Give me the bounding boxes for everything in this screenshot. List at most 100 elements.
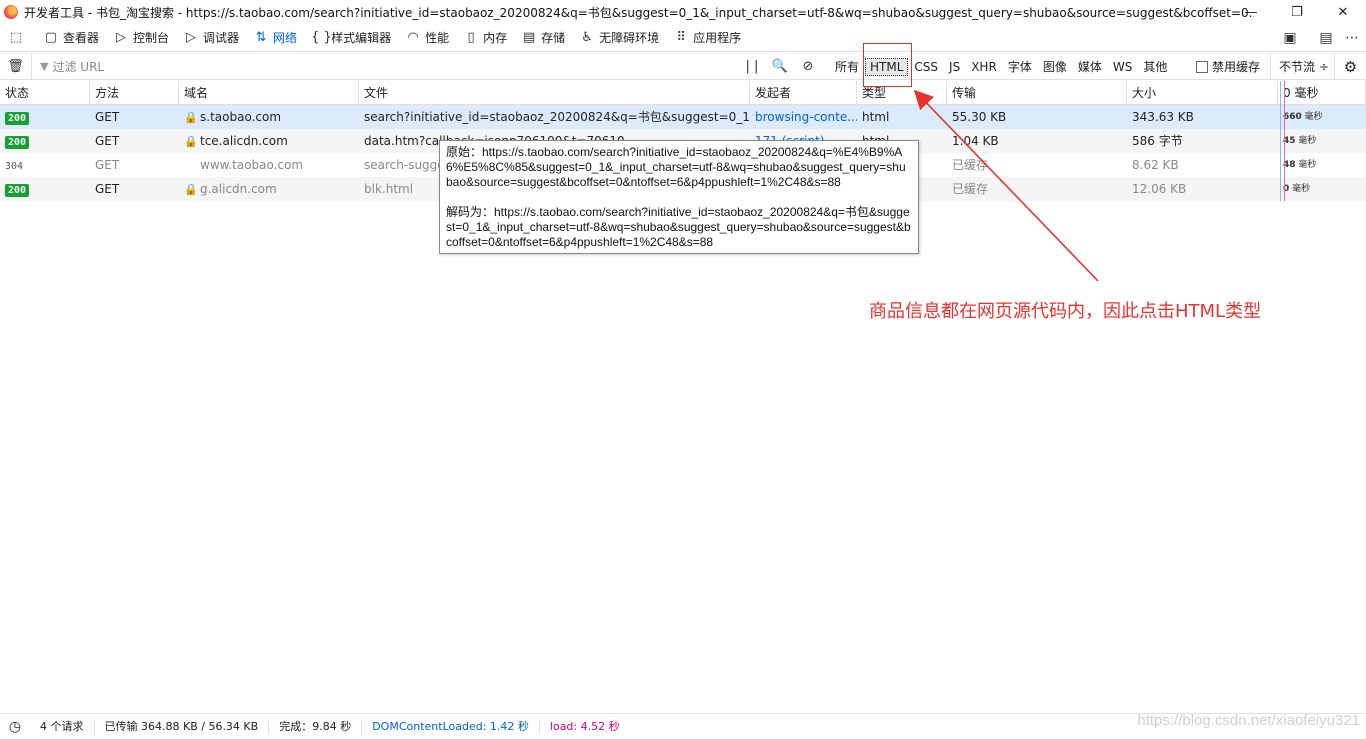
disable-cache-label: 禁用缓存 bbox=[1212, 60, 1261, 74]
table-row[interactable]: 200 GET 🔒 s.taobao.com search?initiative_id=… bbox=[0, 105, 1366, 129]
type-cell: html bbox=[862, 110, 890, 124]
window-title: 开发者工具 - 书包_淘宝搜索 - https://s.taobao.com/s… bbox=[24, 5, 1254, 20]
tab-performance[interactable]: ◠ 性能 bbox=[398, 24, 456, 52]
tab-label: 应用程序 bbox=[693, 31, 742, 45]
tab-application[interactable]: ⠿ 应用程序 bbox=[666, 24, 748, 52]
lock-icon: 🔒 bbox=[184, 111, 198, 124]
filter-type-媒体[interactable]: 媒体 bbox=[1073, 58, 1107, 75]
tab-console[interactable]: ▷ 控制台 bbox=[106, 24, 176, 52]
tab-label: 查看器 bbox=[63, 31, 100, 45]
method-cell: GET bbox=[95, 158, 120, 172]
status-badge: 304 bbox=[5, 161, 24, 172]
element-picker-icon: ⬚ bbox=[9, 30, 23, 45]
url-tooltip: 原始：https://s.taobao.com/search?initiativ… bbox=[439, 140, 919, 254]
domain-cell: www.taobao.com bbox=[179, 153, 359, 177]
dock-button[interactable]: ▣ bbox=[1276, 24, 1304, 52]
filter-type-css[interactable]: CSS bbox=[909, 60, 943, 74]
close-window-button[interactable]: ✕ bbox=[1320, 0, 1366, 24]
more-options-button[interactable]: ⋯ bbox=[1338, 24, 1366, 52]
column-header[interactable]: 方法 bbox=[90, 81, 179, 105]
timing-value: 660 bbox=[1283, 112, 1302, 122]
settings-button[interactable]: ⚙ bbox=[1334, 53, 1366, 80]
element-picker-button[interactable]: ⬚ bbox=[0, 24, 36, 52]
disable-cache-checkbox[interactable]: 禁用缓存 bbox=[1196, 53, 1260, 80]
column-header[interactable]: 0 毫秒 bbox=[1278, 81, 1366, 105]
restore-button[interactable]: ❐ bbox=[1274, 0, 1320, 24]
filter-type-字体[interactable]: 字体 bbox=[1003, 58, 1037, 75]
tab-label: 网络 bbox=[273, 31, 298, 45]
filter-type-图像[interactable]: 图像 bbox=[1038, 58, 1072, 75]
column-header[interactable]: 状态 bbox=[0, 81, 90, 105]
tab-storage[interactable]: ▤ 存储 bbox=[514, 24, 572, 52]
split-console-button[interactable]: ▤ bbox=[1312, 24, 1340, 52]
devtools-tabs: ▢ 查看器 ▷ 控制台 ▷ 调试器 ⇅ 网络 { } 样式编辑器 ◠ 性能 ▯ 内存 ▤ 存储 ♿ 无障碍环境 ⠿ 应… bbox=[36, 24, 748, 52]
lock-icon: 🔒 bbox=[184, 135, 198, 148]
status-cell: 304 bbox=[0, 153, 90, 177]
filter-type-all[interactable]: 所有 bbox=[830, 58, 864, 75]
annotation-text: 商品信息都在网页源代码内，因此点击HTML类型 bbox=[869, 301, 1262, 322]
more-icon: ⋯ bbox=[1345, 30, 1359, 46]
tab-inspector[interactable]: ▢ 查看器 bbox=[36, 24, 106, 52]
block-button[interactable]: ⊘ bbox=[794, 59, 822, 74]
timing-cell: 660 毫秒 bbox=[1278, 105, 1366, 129]
minimize-button[interactable]: — bbox=[1228, 0, 1274, 24]
stopwatch-icon: ◷ bbox=[8, 718, 22, 735]
status-cell: 200 bbox=[0, 177, 90, 201]
dock-icon: ▣ bbox=[1283, 30, 1297, 46]
domain-cell: 🔒 s.taobao.com bbox=[179, 105, 359, 129]
transferred-cell: 55.30 KB bbox=[952, 110, 1007, 124]
column-header[interactable]: 域名 bbox=[179, 81, 359, 105]
html-highlight-box bbox=[863, 43, 912, 87]
tab-label: 控制台 bbox=[133, 31, 170, 45]
transferred-cell: 1.04 KB bbox=[952, 134, 999, 148]
tab-memory[interactable]: ▯ 内存 bbox=[456, 24, 514, 52]
style-editor-icon: { } bbox=[311, 30, 332, 45]
storage-icon: ▤ bbox=[522, 30, 536, 45]
performance-analysis-button[interactable]: ◷ bbox=[0, 719, 30, 735]
status-badge: 200 bbox=[5, 112, 30, 125]
tooltip-decoded-url: 解码为：https://s.taobao.com/search?initiati… bbox=[446, 205, 911, 249]
request-count: 4 个请求 bbox=[30, 719, 95, 734]
devtools-toolbar: ⬚ ▢ 查看器 ▷ 控制台 ▷ 调试器 ⇅ 网络 { } 样式编辑器 ◠ 性能 ▯ 内存 ▤ 存储 ♿ 无障碍环境… bbox=[0, 24, 1366, 52]
timing-unit: 毫秒 bbox=[1298, 136, 1317, 146]
size-cell: 8.62 KB bbox=[1132, 158, 1179, 172]
performance-icon: ◠ bbox=[407, 30, 419, 45]
tab-debugger[interactable]: ▷ 调试器 bbox=[176, 24, 246, 52]
domain-text: s.taobao.com bbox=[200, 110, 282, 124]
domain-text: www.taobao.com bbox=[200, 158, 304, 172]
filter-type-xhr[interactable]: XHR bbox=[966, 60, 1002, 74]
column-header[interactable]: 发起者 bbox=[750, 81, 857, 105]
tab-accessibility[interactable]: ♿ 无障碍环境 bbox=[572, 24, 666, 52]
checkbox-icon bbox=[1196, 60, 1208, 73]
filter-type-ws[interactable]: WS bbox=[1108, 60, 1137, 74]
column-header[interactable]: 文件 bbox=[359, 81, 750, 105]
filter-icon: ▼ bbox=[40, 59, 49, 73]
split-icon: ▤ bbox=[1319, 30, 1333, 46]
filter-url-input[interactable]: ▼ 过滤 URL bbox=[32, 58, 732, 75]
search-button[interactable]: 🔍 bbox=[766, 59, 794, 74]
finish-time: 完成：9.84 秒 bbox=[269, 719, 363, 734]
tab-label: 内存 bbox=[483, 31, 508, 45]
throttle-select[interactable]: 不节流 ÷ bbox=[1270, 53, 1329, 80]
transferred-cell: 已缓存 bbox=[952, 158, 989, 172]
load-time: load: 4.52 秒 bbox=[549, 719, 620, 733]
tab-network[interactable]: ⇅ 网络 bbox=[246, 24, 304, 52]
tab-label: 性能 bbox=[425, 31, 450, 45]
status-badge: 200 bbox=[5, 136, 30, 149]
filter-type-js[interactable]: JS bbox=[944, 60, 965, 74]
column-header[interactable]: 大小 bbox=[1127, 81, 1278, 105]
status-cell: 200 bbox=[0, 129, 90, 153]
tab-label: 存储 bbox=[541, 31, 566, 45]
filter-type-其他[interactable]: 其他 bbox=[1138, 58, 1172, 75]
pause-button[interactable]: | | bbox=[738, 59, 766, 74]
size-cell: 586 字节 bbox=[1132, 134, 1183, 148]
debugger-icon: ▷ bbox=[186, 30, 197, 45]
firefox-logo-icon bbox=[4, 5, 18, 19]
tab-label: 调试器 bbox=[203, 31, 240, 45]
window-titlebar: 开发者工具 - 书包_淘宝搜索 - https://s.taobao.com/s… bbox=[0, 0, 1366, 24]
method-cell: GET bbox=[95, 110, 120, 124]
tab-label: 无障碍环境 bbox=[599, 31, 660, 45]
column-header[interactable]: 传输 bbox=[947, 81, 1127, 105]
clear-button[interactable]: 🗑 bbox=[0, 52, 32, 80]
tab-style-editor[interactable]: { } 样式编辑器 bbox=[304, 24, 398, 52]
